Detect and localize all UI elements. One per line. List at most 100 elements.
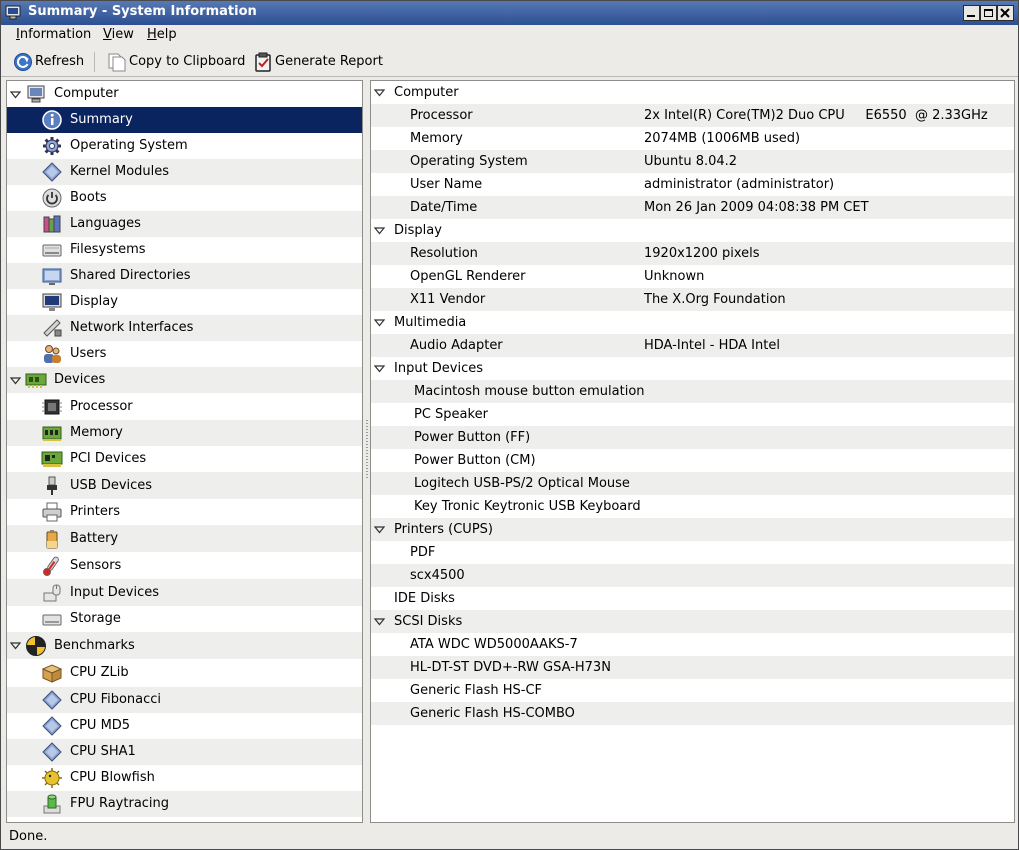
expander-icon[interactable]: [373, 87, 386, 98]
copy-to-clipboard-label: Copy to Clipboard: [129, 54, 246, 69]
summary-item-row[interactable]: Logitech USB-PS/2 Optical Mouse: [371, 472, 1014, 495]
close-button[interactable]: [997, 5, 1014, 21]
tree-item-benchmarks[interactable]: Benchmarks: [7, 632, 362, 659]
expander-icon[interactable]: [373, 524, 386, 535]
summary-key: scx4500: [410, 568, 465, 583]
summary-key: Key Tronic Keytronic USB Keyboard: [414, 499, 641, 514]
summary-item-row[interactable]: scx4500: [371, 564, 1014, 587]
tree-item-sensors[interactable]: Sensors: [7, 552, 362, 579]
section-title: Computer: [394, 85, 459, 100]
expander-icon[interactable]: [373, 225, 386, 236]
title-bar[interactable]: Summary - System Information: [1, 1, 1018, 25]
pane-splitter[interactable]: [365, 80, 369, 823]
tree-item-label: Input Devices: [70, 585, 160, 600]
summary-item-row[interactable]: Power Button (CM): [371, 449, 1014, 472]
tree-item-display[interactable]: Display: [7, 289, 362, 315]
tree-item-printers[interactable]: Printers: [7, 499, 362, 525]
menu-information[interactable]: Information: [16, 27, 91, 42]
tree-item-input-devices[interactable]: Input Devices: [7, 579, 362, 606]
pci-icon: [41, 448, 63, 470]
tree-item-users[interactable]: Users: [7, 341, 362, 367]
summary-item-row[interactable]: Key Tronic Keytronic USB Keyboard: [371, 495, 1014, 518]
expander-icon[interactable]: [373, 616, 386, 627]
summary-section-row[interactable]: Computer: [371, 81, 1014, 104]
tree-item-storage[interactable]: Storage: [7, 606, 362, 632]
expander-icon[interactable]: [9, 89, 22, 100]
summary-section-row[interactable]: Input Devices: [371, 357, 1014, 380]
tree-item-cpu-blowfish[interactable]: CPU Blowfish: [7, 765, 362, 791]
tree-item-languages[interactable]: Languages: [7, 211, 362, 237]
summary-item-row[interactable]: HL-DT-ST DVD+-RW GSA-H73N: [371, 656, 1014, 679]
generate-report-label: Generate Report: [275, 54, 383, 69]
memory-icon: [41, 422, 63, 444]
summary-section-row[interactable]: Display: [371, 219, 1014, 242]
summary-item-row[interactable]: Date/Time Mon 26 Jan 2009 04:08:38 PM CET: [371, 196, 1014, 219]
tree-item-boots[interactable]: Boots: [7, 185, 362, 211]
maximize-button[interactable]: [980, 5, 997, 21]
summary-item-row[interactable]: Processor 2x Intel(R) Core(TM)2 Duo CPU E…: [371, 104, 1014, 127]
refresh-button[interactable]: Refresh: [13, 50, 85, 74]
summary-item-row[interactable]: X11 Vendor The X.Org Foundation: [371, 288, 1014, 311]
menu-view[interactable]: View: [103, 27, 134, 42]
menu-help-label: elp: [156, 27, 177, 42]
tree-item-cpu-md5[interactable]: CPU MD5: [7, 713, 362, 739]
tree-item-pci-devices[interactable]: PCI Devices: [7, 446, 362, 472]
tree-item-usb-devices[interactable]: USB Devices: [7, 472, 362, 499]
summary-item-row[interactable]: Resolution 1920x1200 pixels: [371, 242, 1014, 265]
tree-item-network-interfaces[interactable]: Network Interfaces: [7, 315, 362, 341]
tree-item-cpu-zlib[interactable]: CPU ZLib: [7, 659, 362, 687]
summary-item-row[interactable]: PDF: [371, 541, 1014, 564]
tree-item-memory[interactable]: Memory: [7, 420, 362, 446]
summary-section-row[interactable]: IDE Disks: [371, 587, 1014, 610]
status-bar: Done.: [1, 825, 1018, 849]
tree-item-summary[interactable]: Summary: [7, 107, 362, 133]
raytracing-icon: [41, 793, 63, 815]
tree-item-fpu-raytracing[interactable]: FPU Raytracing: [7, 791, 362, 817]
navigation-tree[interactable]: Computer Summary Operating System Kernel Mo…: [6, 80, 363, 823]
tree-item-operating-system[interactable]: Operating System: [7, 133, 362, 159]
battery-icon: [41, 528, 63, 550]
summary-section-row[interactable]: SCSI Disks: [371, 610, 1014, 633]
summary-item-row[interactable]: Power Button (FF): [371, 426, 1014, 449]
generate-report-button[interactable]: Generate Report: [253, 50, 383, 74]
summary-item-row[interactable]: Generic Flash HS-COMBO: [371, 702, 1014, 725]
summary-details-pane[interactable]: Computer Processor 2x Intel(R) Core(TM)2 D…: [370, 80, 1015, 823]
summary-item-row[interactable]: Generic Flash HS-CF: [371, 679, 1014, 702]
usb-icon: [41, 475, 63, 497]
expander-icon[interactable]: [373, 317, 386, 328]
section-title: Display: [394, 223, 442, 238]
storage-icon: [41, 608, 63, 630]
tree-item-processor[interactable]: Processor: [7, 393, 362, 420]
expander-icon[interactable]: [373, 363, 386, 374]
tree-item-kernel-modules[interactable]: Kernel Modules: [7, 159, 362, 185]
summary-item-row[interactable]: Macintosh mouse button emulation: [371, 380, 1014, 403]
tree-item-computer[interactable]: Computer: [7, 81, 362, 107]
copy-to-clipboard-button[interactable]: Copy to Clipboard: [107, 50, 246, 74]
summary-item-row[interactable]: Memory 2074MB (1006MB used): [371, 127, 1014, 150]
expander-icon[interactable]: [9, 640, 22, 651]
summary-section-row[interactable]: Printers (CUPS): [371, 518, 1014, 541]
tree-item-shared-directories[interactable]: Shared Directories: [7, 263, 362, 289]
tree-item-cpu-fibonacci[interactable]: CPU Fibonacci: [7, 687, 362, 713]
menu-view-label: iew: [111, 27, 134, 42]
tree-item-filesystems[interactable]: Filesystems: [7, 237, 362, 263]
tree-item-label: Storage: [70, 611, 121, 626]
summary-section-row[interactable]: Multimedia: [371, 311, 1014, 334]
summary-key: PC Speaker: [414, 407, 488, 422]
tree-item-devices[interactable]: Devices: [7, 367, 362, 393]
summary-item-row[interactable]: OpenGL Renderer Unknown: [371, 265, 1014, 288]
summary-item-row[interactable]: Audio Adapter HDA-Intel - HDA Intel: [371, 334, 1014, 357]
summary-item-row[interactable]: User Name administrator (administrator): [371, 173, 1014, 196]
tree-item-battery[interactable]: Battery: [7, 525, 362, 552]
summary-key: Date/Time: [410, 200, 478, 215]
summary-item-row[interactable]: PC Speaker: [371, 403, 1014, 426]
minimize-button[interactable]: [963, 5, 980, 21]
tree-item-label: CPU Blowfish: [70, 770, 155, 785]
expander-icon[interactable]: [9, 375, 22, 386]
summary-item-row[interactable]: ATA WDC WD5000AAKS-7: [371, 633, 1014, 656]
tree-item-cpu-sha1[interactable]: CPU SHA1: [7, 739, 362, 765]
toolbar-separator: [94, 52, 95, 72]
tree-item-label: Boots: [70, 190, 107, 205]
summary-item-row[interactable]: Operating System Ubuntu 8.04.2: [371, 150, 1014, 173]
menu-help[interactable]: Help: [147, 27, 177, 42]
